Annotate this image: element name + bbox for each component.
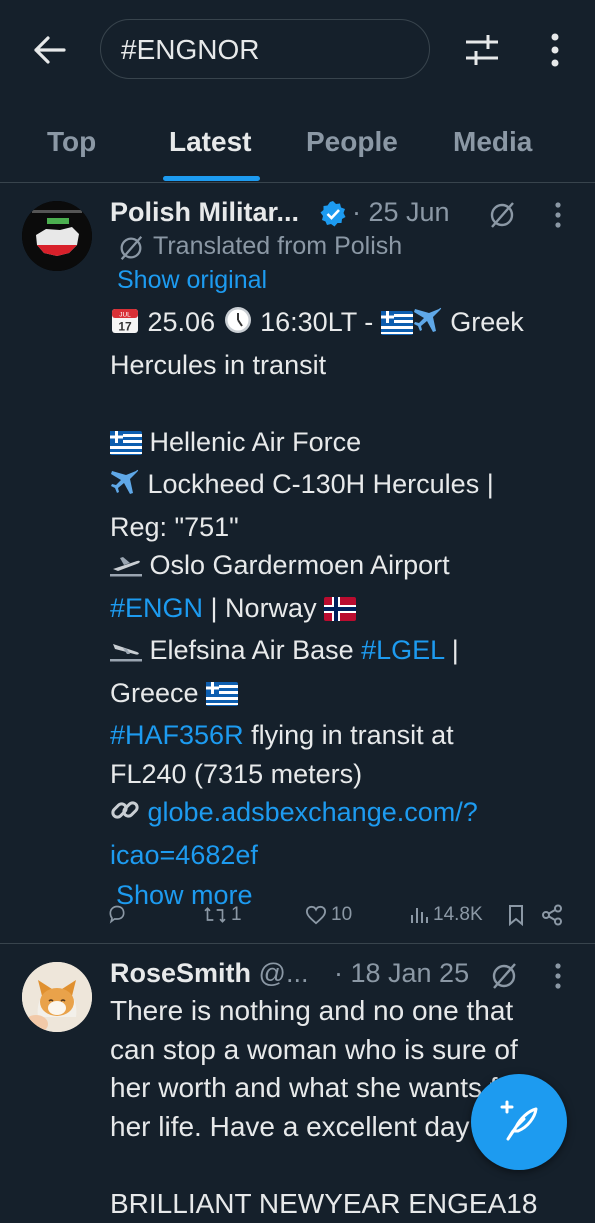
tweet-line: Elefsina Air Base — [150, 635, 354, 665]
search-query: #ENGNOR — [121, 34, 259, 66]
tweet-more-icon[interactable] — [552, 201, 564, 234]
url-link[interactable]: globe.adsbexchange.com/? — [148, 797, 478, 827]
tweet-body: JUL 17 25.06 16:30LT - Greek Hercules in… — [110, 303, 580, 915]
share-icon — [541, 904, 563, 926]
views-count: 14.8K — [433, 904, 483, 926]
search-input[interactable]: #ENGNOR — [100, 19, 430, 79]
tweet-line: Lockheed C-130H Hercules | — [148, 469, 494, 499]
tab-media[interactable]: Media — [453, 126, 532, 158]
tweet-line: | Norway — [203, 593, 317, 623]
compose-button[interactable] — [471, 1074, 567, 1170]
grok-icon[interactable] — [487, 200, 517, 235]
svg-text:17: 17 — [118, 320, 132, 334]
author-name[interactable]: RoseSmith @... — [110, 958, 308, 989]
greece-flag-icon — [381, 307, 413, 346]
norway-flag-icon — [324, 593, 356, 632]
greece-flag-icon — [110, 427, 142, 466]
hashtag-link[interactable]: #LGEL — [361, 635, 444, 665]
heart-icon — [305, 905, 327, 925]
tweet-line: 16:30LT - — [260, 307, 373, 337]
avatar[interactable] — [22, 962, 92, 1032]
airplane-icon — [110, 467, 140, 508]
retweet-icon — [203, 905, 227, 925]
share-button[interactable] — [541, 904, 563, 926]
avatar[interactable] — [22, 201, 92, 271]
tweet-line: Hercules in transit — [110, 346, 580, 385]
like-count: 10 — [331, 904, 352, 926]
author-handle: @... — [259, 958, 309, 988]
search-tabs: Top Latest People Media — [0, 100, 595, 183]
tab-latest[interactable]: Latest — [169, 126, 251, 158]
more-options-icon[interactable] — [540, 30, 570, 70]
show-original-link[interactable]: Show original — [117, 266, 267, 295]
tweet-line: Hellenic Air Force — [150, 427, 362, 457]
reply-button[interactable] — [107, 904, 127, 924]
tab-people[interactable]: People — [306, 126, 398, 158]
tweet-line: Reg: "751" — [110, 508, 580, 547]
tweet-line: flying in transit at — [244, 720, 454, 750]
tweet-card[interactable]: Polish Militar... · 25 Jun Translated fr… — [0, 183, 595, 943]
grok-icon[interactable] — [489, 961, 519, 996]
bookmark-button[interactable] — [507, 904, 525, 926]
hashtag-link[interactable]: #ENGN — [110, 593, 203, 623]
airplane-arrival-icon — [110, 635, 142, 674]
url-link[interactable]: icao=4682ef — [110, 836, 580, 875]
retweet-button[interactable]: 1 — [203, 904, 242, 926]
active-tab-indicator — [163, 176, 260, 181]
author-display-name: RoseSmith — [110, 958, 251, 988]
tweet-line: Oslo Gardermoen Airport — [150, 550, 450, 580]
tweet-line: FL240 (7315 meters) — [110, 755, 580, 794]
airplane-icon — [413, 305, 443, 346]
tweet-line: There is nothing and no one that — [110, 992, 580, 1031]
like-button[interactable]: 10 — [305, 904, 352, 926]
tweet-line: can stop a woman who is sure of — [110, 1031, 580, 1070]
tab-top[interactable]: Top — [47, 126, 96, 158]
tweet-date: · 25 Jun — [352, 197, 450, 228]
tweet-line: Greek — [450, 307, 524, 337]
link-chain-icon — [110, 795, 140, 836]
translate-icon — [117, 234, 145, 267]
tweet-date: · 18 Jan 25 — [334, 958, 469, 989]
clock-icon — [223, 305, 253, 346]
retweet-count: 1 — [231, 904, 242, 926]
views-button[interactable]: 14.8K — [409, 904, 483, 926]
bookmark-icon — [507, 904, 525, 926]
translated-label: Translated from Polish — [153, 232, 402, 261]
svg-text:JUL: JUL — [119, 312, 131, 319]
tweet-line: BRILLIANT NEWYEAR ENGEA18 — [110, 1185, 580, 1223]
calendar-icon: JUL 17 — [110, 305, 140, 346]
back-arrow-icon[interactable] — [28, 28, 72, 72]
filter-sliders-icon[interactable] — [462, 30, 502, 70]
greece-flag-icon — [206, 678, 238, 717]
compose-feather-icon — [494, 1097, 544, 1147]
reply-icon — [107, 904, 127, 924]
airplane-departure-icon — [110, 550, 142, 589]
tweet-line: | — [444, 635, 459, 665]
tweet-line: 25.06 — [148, 307, 216, 337]
hashtag-link[interactable]: #HAF356R — [110, 720, 244, 750]
verified-badge-icon — [319, 200, 347, 233]
author-name[interactable]: Polish Militar... — [110, 197, 299, 228]
views-icon — [409, 905, 429, 925]
top-bar: #ENGNOR — [0, 0, 595, 100]
tweet-line: Greece — [110, 678, 199, 708]
tweet-more-icon[interactable] — [552, 962, 564, 995]
